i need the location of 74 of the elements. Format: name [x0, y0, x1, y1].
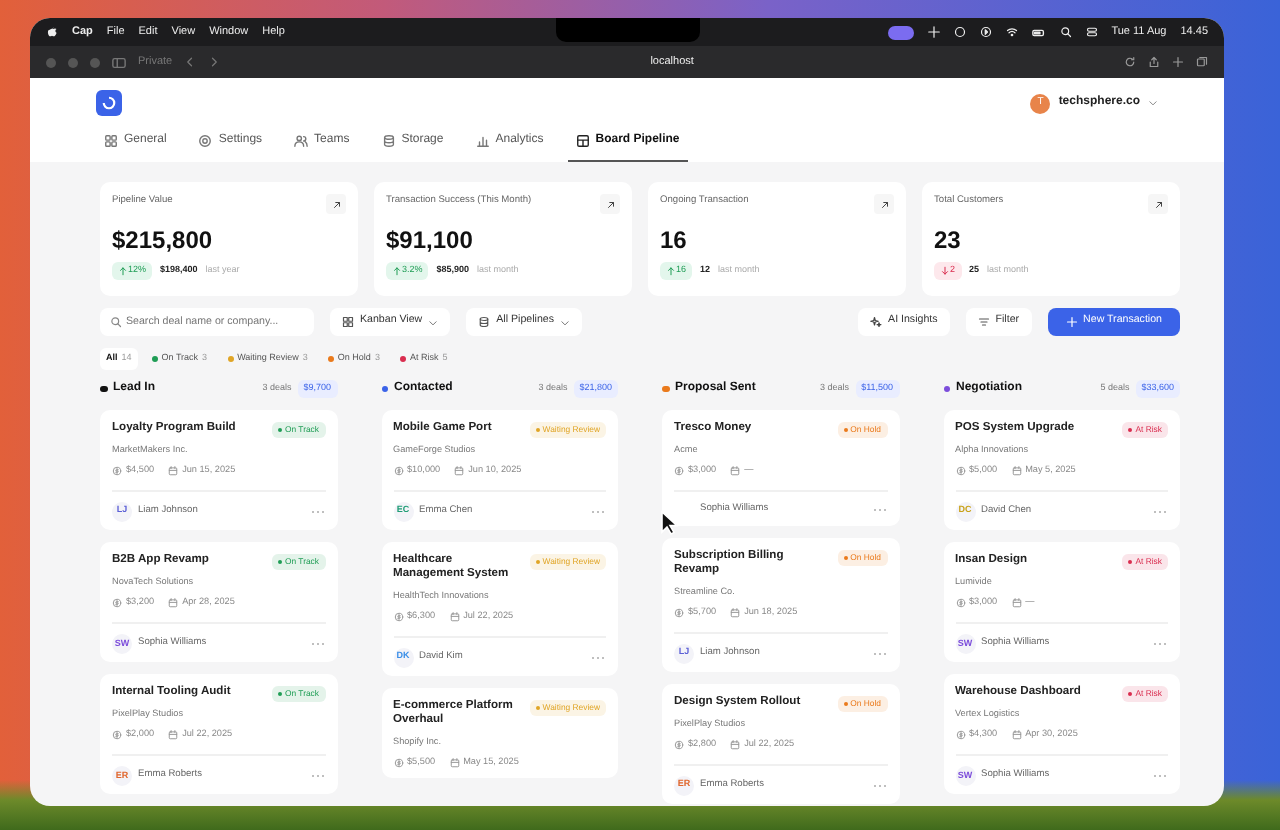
coin-icon [674, 465, 684, 476]
expand-button[interactable] [874, 194, 894, 214]
recording-indicator-icon[interactable] [887, 25, 914, 39]
window-control[interactable] [46, 57, 56, 67]
diagonal-arrow-icon [331, 199, 341, 209]
expand-button[interactable] [1148, 194, 1168, 214]
apple-icon [46, 26, 58, 38]
window-control[interactable] [90, 57, 100, 67]
search-icon [110, 316, 122, 328]
diagonal-arrow-icon [1153, 199, 1163, 209]
wifi-icon[interactable] [1005, 26, 1018, 38]
board-icon [575, 134, 590, 148]
sidebar-icon[interactable] [112, 55, 126, 69]
plus-icon[interactable] [1172, 56, 1184, 68]
arrow-up-icon [392, 265, 402, 275]
stat-value: 16 [660, 228, 689, 253]
calendar-icon [1011, 730, 1022, 741]
expand-button[interactable] [326, 194, 346, 214]
app-logo[interactable] [96, 90, 122, 116]
coin-icon [955, 597, 965, 608]
calendar-icon [1011, 465, 1022, 476]
share-icon[interactable] [1148, 56, 1160, 68]
chevron-down-icon[interactable] [1148, 98, 1158, 108]
coin-icon [112, 730, 122, 741]
calendar-icon [449, 611, 460, 622]
calendar-icon [168, 730, 179, 741]
coin-icon [393, 611, 403, 622]
coin-icon [393, 757, 403, 768]
bar-chart-icon [475, 134, 490, 148]
coin-icon [393, 465, 403, 476]
people-icon [294, 134, 309, 148]
window-control[interactable] [68, 57, 78, 67]
calendar-icon [449, 757, 460, 768]
calendar-icon [730, 465, 741, 476]
expand-button[interactable] [600, 194, 620, 214]
tabs-overview-icon[interactable] [1196, 56, 1208, 68]
back-icon[interactable] [184, 56, 197, 68]
filter-icon [977, 316, 990, 328]
stat-value: 23 [934, 228, 963, 253]
calendar-icon [730, 607, 741, 618]
arrow-up-icon [118, 265, 128, 275]
chevron-down-icon [428, 317, 439, 327]
chevron-down-icon [559, 317, 570, 327]
stat-value: $215,800 [112, 228, 215, 253]
arrow-up-icon [666, 265, 676, 275]
grid-icon [342, 316, 354, 328]
stat-value: $91,100 [386, 228, 475, 253]
arrow-down-icon [940, 265, 950, 275]
diagonal-arrow-icon [879, 199, 889, 209]
calendar-icon [1011, 597, 1022, 608]
diagonal-arrow-icon [605, 199, 615, 209]
battery-icon[interactable] [1031, 25, 1046, 39]
calendar-icon [730, 739, 741, 750]
search-icon[interactable] [1059, 26, 1072, 38]
circle-icon[interactable] [953, 26, 966, 38]
coin-icon [955, 465, 965, 476]
reload-icon[interactable] [1124, 56, 1136, 68]
database-icon [478, 316, 491, 328]
control-center-icon[interactable] [1085, 26, 1098, 38]
camera-notch [556, 18, 700, 42]
database-icon [381, 134, 396, 148]
calendar-icon [168, 597, 179, 608]
coin-icon [955, 730, 965, 741]
coin-icon [112, 597, 122, 608]
calendar-icon [168, 465, 179, 476]
coin-icon [674, 607, 684, 618]
coin-icon [112, 465, 122, 476]
coin-icon [674, 739, 684, 750]
plus-icon [1065, 316, 1078, 328]
forward-icon[interactable] [208, 56, 221, 68]
grid-icon [104, 134, 118, 148]
calendar-icon [454, 465, 465, 476]
mouse-pointer-icon [660, 510, 678, 536]
play-icon[interactable] [979, 26, 992, 38]
